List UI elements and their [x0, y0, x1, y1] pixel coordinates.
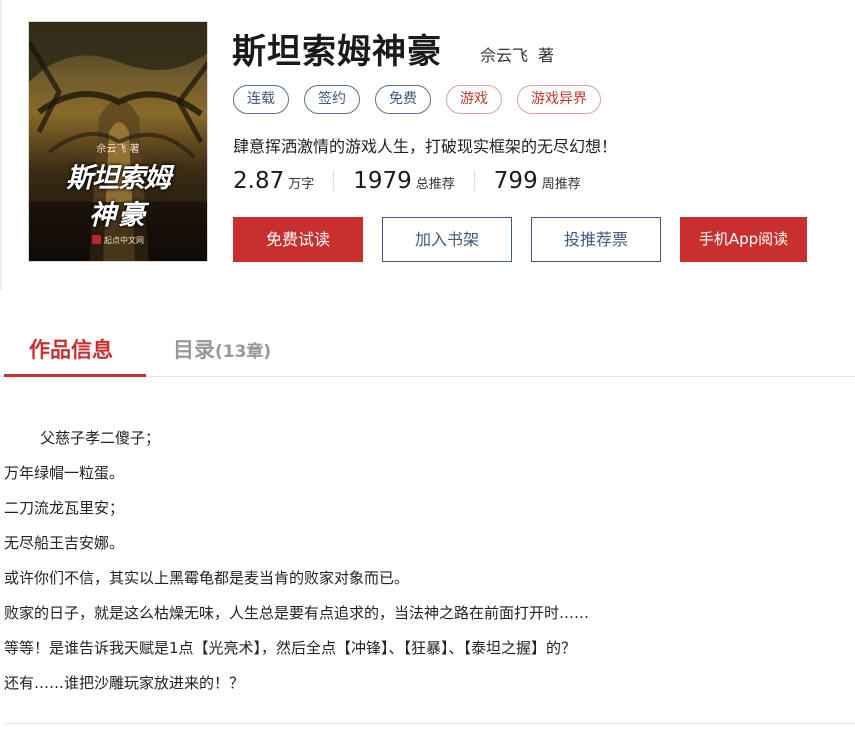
detail-tabs: 作品信息 目录(13章) — [0, 330, 855, 377]
book-title: 斯坦索姆神豪 — [232, 32, 442, 72]
stat-word-count: 2.87 万字 — [233, 168, 314, 194]
tag-serializing[interactable]: 连载 — [233, 85, 289, 114]
book-intro: 肆意挥洒激情的游戏人生，打破现实框架的无尽幻想！ — [233, 137, 618, 156]
synopsis-line: 败家的日子，就是这么枯燥无味，人生总是要有点追求的，当法神之路在前面打开时…… — [4, 604, 590, 622]
stat-divider — [473, 171, 475, 191]
synopsis-line: 还有……谁把沙雕玩家放进来的！？ — [4, 674, 245, 692]
stat-value: 2.87 — [233, 168, 285, 194]
tag-subcategory-game-otherworld[interactable]: 游戏异界 — [517, 85, 601, 114]
add-to-shelf-button[interactable]: 加入书架 — [382, 217, 512, 262]
synopsis-line: 父慈子孝二傻子； — [40, 429, 161, 447]
stat-unit: 总推荐 — [415, 177, 455, 192]
tag-list: 连载 签约 免费 游戏 游戏异界 — [233, 85, 601, 114]
stat-weekly-recommend: 799 周推荐 — [494, 168, 581, 194]
tag-signed[interactable]: 签约 — [304, 85, 360, 114]
book-stats: 2.87 万字 1979 总推荐 799 周推荐 — [233, 168, 581, 194]
cover-title-line1: 斯坦索姆 — [66, 163, 171, 194]
stat-unit: 周推荐 — [541, 177, 581, 192]
stat-total-recommend: 1979 总推荐 — [353, 168, 455, 194]
publisher-logo-icon — [92, 235, 101, 244]
stat-divider — [333, 171, 335, 191]
cover-title-line2: 神豪 — [89, 200, 147, 231]
synopsis-line: 等等！是谁告诉我天赋是1点【光亮术】，然后全点【冲锋】、【狂暴】、【泰坦之握】的… — [4, 639, 577, 657]
author-link[interactable]: 佘云飞 — [480, 46, 528, 65]
stat-value: 1979 — [353, 168, 412, 194]
active-tab-indicator — [4, 374, 146, 377]
author-suffix: 著 — [538, 46, 555, 65]
read-free-button[interactable]: 免费试读 — [233, 217, 363, 262]
section-divider — [4, 723, 855, 724]
tag-free[interactable]: 免费 — [375, 85, 431, 114]
tag-category-game[interactable]: 游戏 — [446, 85, 502, 114]
stat-value: 799 — [493, 168, 538, 194]
book-cover[interactable]: 佘云飞 著 斯坦索姆 神豪 起点中文网 — [28, 21, 208, 262]
page-edge — [0, 0, 2, 290]
vote-recommend-button[interactable]: 投推荐票 — [531, 217, 661, 262]
tab-catalog[interactable]: 目录(13章) — [173, 334, 271, 364]
publisher-logo-text: 起点中文网 — [104, 236, 144, 245]
tab-catalog-label: 目录 — [173, 338, 215, 362]
synopsis-line: 或许你们不信，其实以上黑霉龟都是麦当肯的败家对象而已。 — [4, 569, 410, 587]
author-line: 佘云飞著 — [480, 42, 554, 66]
synopsis-line: 万年绿帽一粒蛋。 — [4, 464, 125, 482]
stat-unit: 万字 — [288, 177, 315, 192]
app-read-button[interactable]: 手机App阅读 — [680, 217, 807, 262]
cover-author-text: 佘云飞 著 — [96, 144, 140, 155]
cover-publisher-logo: 起点中文网 — [29, 235, 207, 246]
book-synopsis: 父慈子孝二傻子； 万年绿帽一粒蛋。 二刀流龙瓦里安； 无尽船王吉安娜。 或许你们… — [4, 426, 589, 706]
tab-catalog-count: (13章) — [215, 342, 272, 362]
synopsis-line: 二刀流龙瓦里安； — [4, 499, 125, 517]
synopsis-line: 无尽船王吉安娜。 — [4, 534, 125, 552]
tab-book-info[interactable]: 作品信息 — [29, 334, 113, 364]
